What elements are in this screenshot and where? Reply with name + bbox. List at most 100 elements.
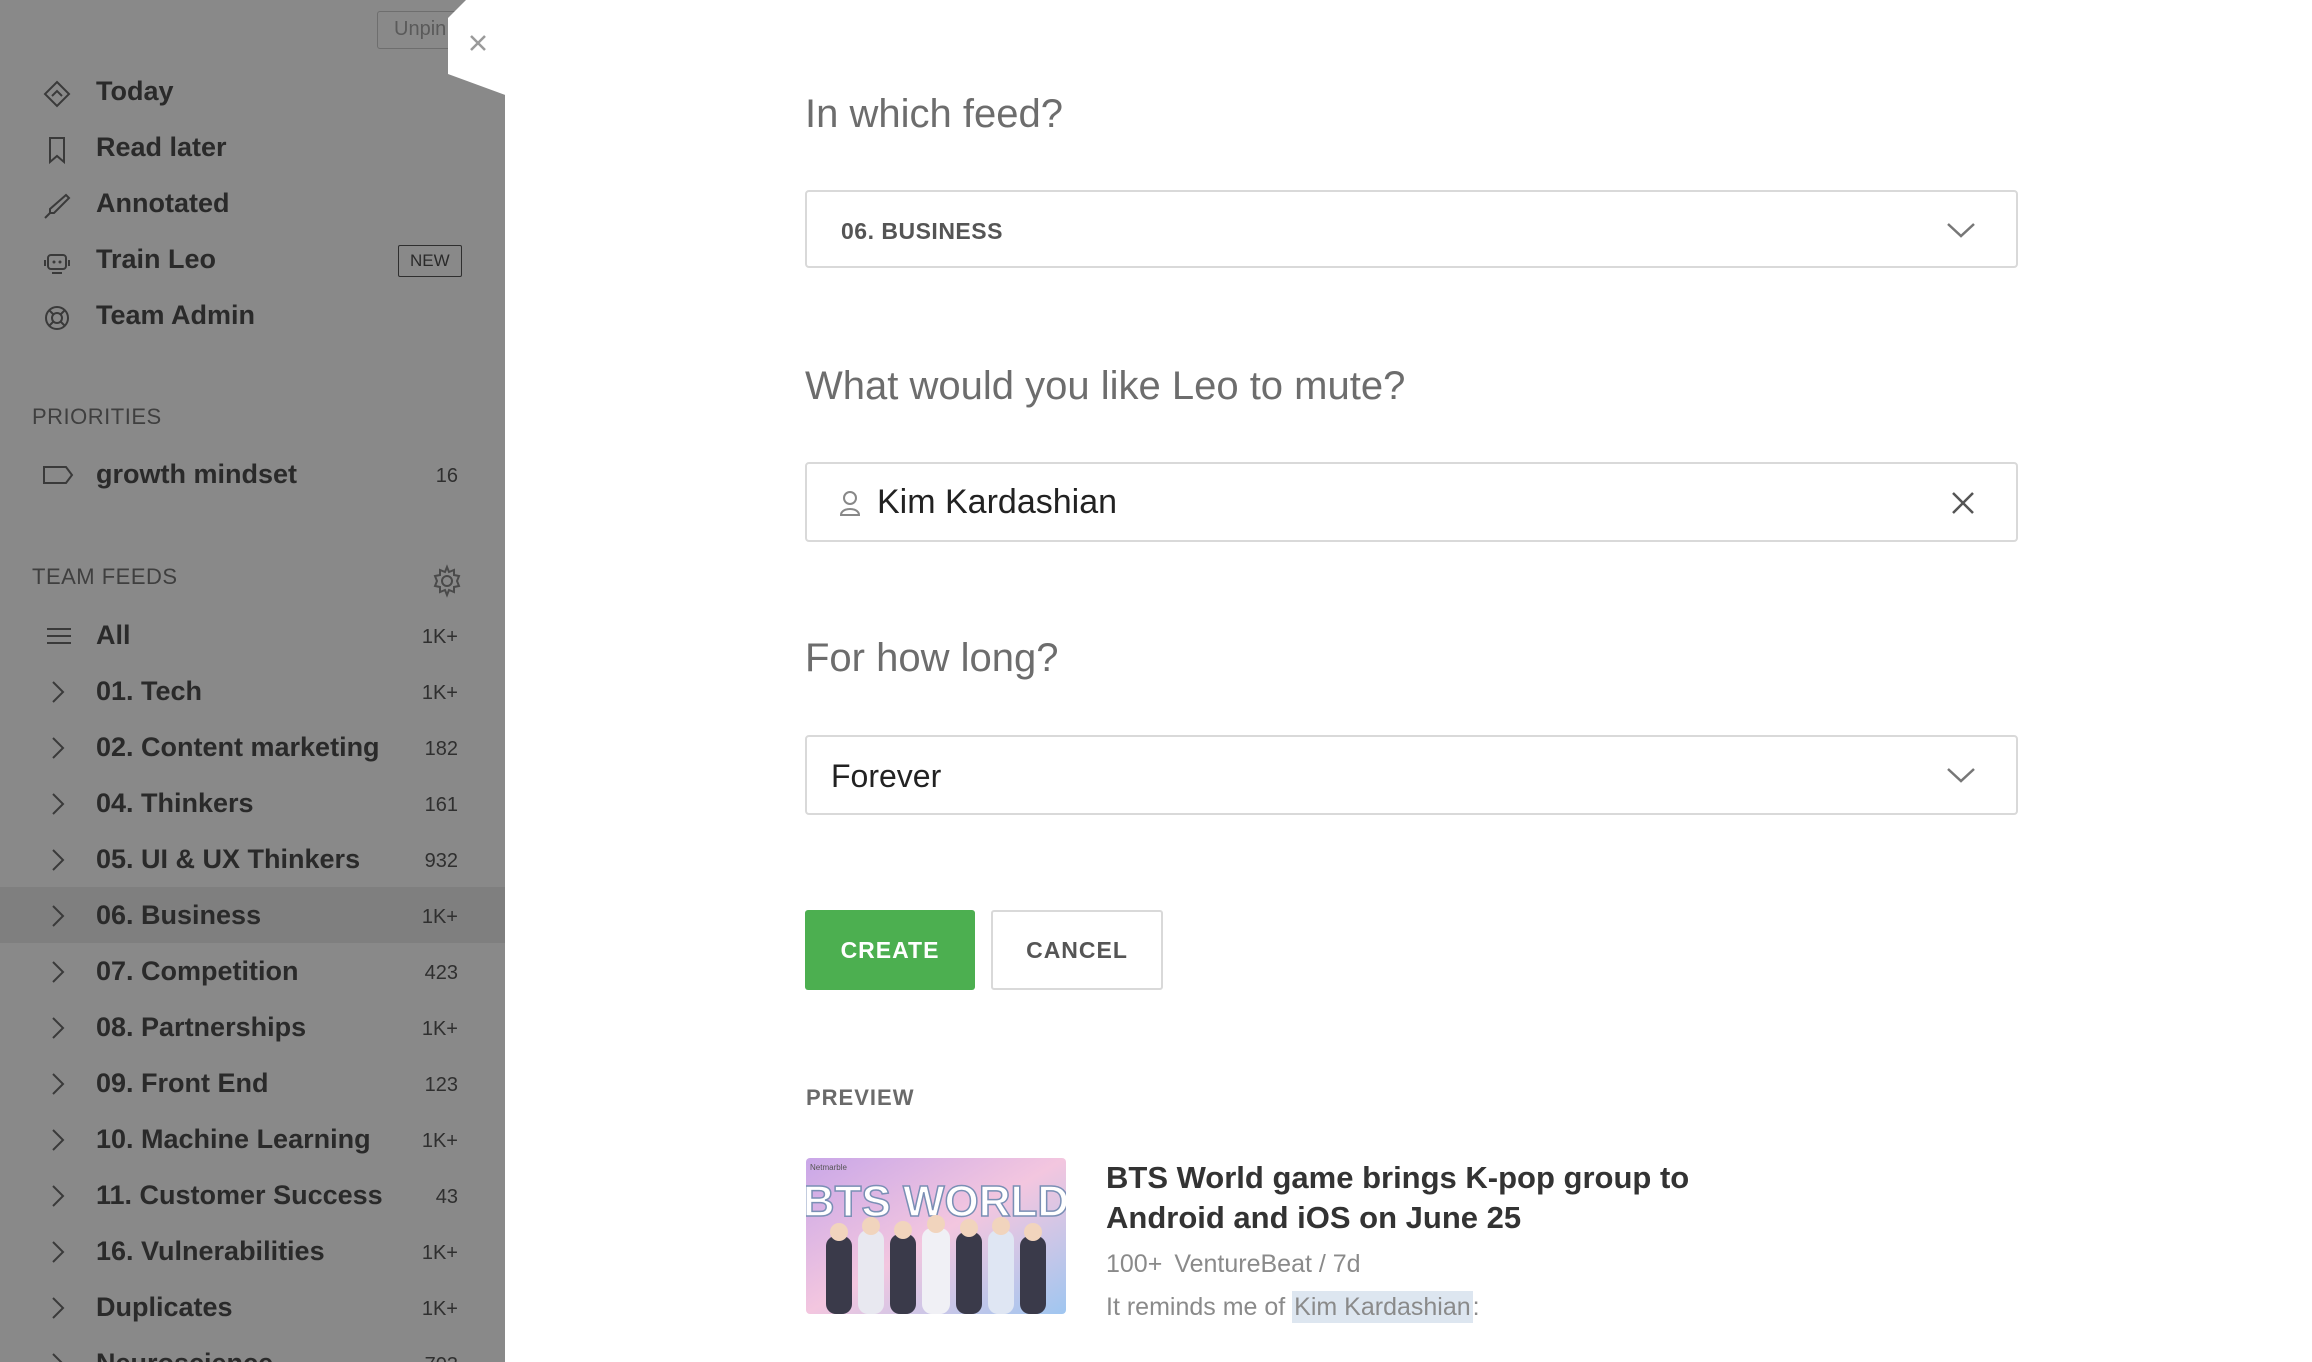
feed-item[interactable]: Duplicates 1K+	[0, 1279, 505, 1335]
sidebar: Unpin Today Read later Annotated Train L…	[0, 0, 505, 1362]
feed-label: 09. Front End	[96, 1068, 269, 1098]
feed-count: 423	[424, 962, 458, 984]
article-snippet: It reminds me of Kim Kardashian:	[1106, 1291, 1480, 1323]
cancel-button[interactable]: CANCEL	[991, 910, 1163, 990]
feed-item[interactable]: 07. Competition 423	[0, 943, 505, 999]
snippet-text-end: :	[1472, 1293, 1480, 1321]
article-title-line: Android and iOS on June 25	[1106, 1200, 1522, 1235]
nav-label: Today	[96, 76, 174, 106]
chevron-right-icon[interactable]	[48, 848, 68, 872]
chevron-right-icon[interactable]	[48, 1184, 68, 1208]
robot-icon	[44, 254, 70, 274]
feed-label: 05. UI & UX Thinkers	[96, 844, 361, 874]
create-button[interactable]: CREATE	[805, 910, 975, 990]
article-thumbnail[interactable]: Netmarble BTS WORLD	[806, 1158, 1066, 1314]
list-icon	[47, 628, 71, 644]
new-badge: NEW	[398, 245, 462, 277]
chevron-right-icon[interactable]	[48, 1240, 68, 1264]
feed-label: 11. Customer Success	[96, 1180, 383, 1210]
feed-label: Duplicates	[96, 1292, 233, 1322]
duration-select-value: Forever	[831, 758, 942, 794]
priority-item-growth-mindset[interactable]: growth mindset 16	[0, 446, 505, 502]
feed-label: 07. Competition	[96, 956, 299, 986]
chevron-right-icon[interactable]	[48, 1016, 68, 1040]
article-source: VentureBeat / 7d	[1174, 1250, 1361, 1278]
mute-input[interactable]: Kim Kardashian	[805, 462, 2018, 542]
feed-count: 1K+	[421, 682, 458, 704]
feed-item[interactable]: 11. Customer Success 43	[0, 1167, 505, 1223]
nav-item-annotated[interactable]: Annotated	[0, 176, 505, 232]
feed-item[interactable]: 08. Partnerships 1K+	[0, 999, 505, 1055]
chevron-right-icon[interactable]	[48, 960, 68, 984]
nav-item-today[interactable]: Today	[0, 64, 505, 120]
feed-count: 182	[424, 738, 458, 760]
chevron-right-icon[interactable]	[48, 1072, 68, 1096]
chevron-right-icon[interactable]	[48, 792, 68, 816]
feed-count: 932	[424, 850, 458, 872]
chevron-right-icon[interactable]	[48, 904, 68, 928]
highlighter-icon	[44, 193, 71, 219]
team-feeds-title: TEAM FEEDS	[32, 564, 178, 589]
chevron-right-icon[interactable]	[48, 1128, 68, 1152]
article-thumbnail-image: Netmarble BTS WORLD	[806, 1158, 1066, 1314]
priorities-title: PRIORITIES	[32, 404, 162, 429]
feed-count: 1K+	[421, 906, 458, 928]
feed-item[interactable]: 09. Front End 123	[0, 1055, 505, 1111]
feed-item-active[interactable]: 06. Business 1K+	[0, 887, 505, 943]
chevron-right-icon[interactable]	[48, 1352, 68, 1362]
feed-select[interactable]: 06. BUSINESS	[805, 190, 2018, 268]
feed-count: 703	[425, 1354, 458, 1362]
feed-item[interactable]: 04. Thinkers 161	[0, 775, 505, 831]
feed-count: 1K+	[421, 1298, 458, 1320]
today-icon	[43, 80, 71, 108]
chevron-right-icon[interactable]	[48, 1296, 68, 1320]
nav-label: Team Admin	[96, 300, 256, 330]
feed-count: 1K+	[421, 1242, 458, 1264]
priority-count: 16	[435, 465, 458, 487]
nav-item-team-admin[interactable]: Team Admin	[0, 288, 505, 344]
feed-item[interactable]: 16. Vulnerabilities 1K+	[0, 1223, 505, 1279]
feed-count: 1K+	[421, 626, 458, 648]
feed-select-value: 06. BUSINESS	[841, 218, 1003, 244]
close-panel-button[interactable]	[448, 0, 508, 96]
feed-label: 02. Content marketing	[96, 732, 380, 762]
chevron-down-icon	[1947, 223, 1975, 238]
article-meta: 100+ VentureBeat / 7d	[1106, 1250, 1361, 1279]
feed-label: Neuroscience	[96, 1348, 273, 1362]
nav-item-train-leo[interactable]: Train Leo NEW	[0, 232, 505, 288]
feed-item[interactable]: 01. Tech 1K+	[0, 663, 505, 719]
feed-label: 16. Vulnerabilities	[96, 1236, 325, 1266]
gear-icon[interactable]	[430, 564, 464, 598]
mute-input-value: Kim Kardashian	[877, 483, 1118, 521]
feed-label: 10. Machine Learning	[96, 1124, 371, 1154]
snippet-text: It reminds me of	[1106, 1293, 1293, 1321]
article-title-line: BTS World game brings K-pop group to	[1106, 1160, 1690, 1195]
feed-label: All	[96, 620, 131, 650]
person-icon	[839, 491, 861, 516]
tag-icon	[43, 466, 74, 484]
feed-item[interactable]: 05. UI & UX Thinkers 932	[0, 831, 505, 887]
feed-label: 01. Tech	[96, 676, 203, 706]
nav-label: Read later	[96, 132, 227, 162]
article-title[interactable]: BTS World game brings K-pop group to And…	[1106, 1158, 1706, 1238]
feed-count: 1K+	[421, 1130, 458, 1152]
duration-select[interactable]: Forever	[805, 735, 2018, 815]
feed-item-all[interactable]: All 1K+	[0, 607, 505, 663]
feed-label: 08. Partnerships	[96, 1012, 307, 1042]
snippet-highlight: Kim Kardashian	[1292, 1291, 1473, 1323]
feed-count: 1K+	[421, 1018, 458, 1040]
chevron-right-icon[interactable]	[48, 736, 68, 760]
chevron-right-icon[interactable]	[48, 680, 68, 704]
chevron-down-icon	[1947, 768, 1975, 783]
duration-question: For how long?	[805, 636, 1059, 680]
feed-count: 123	[424, 1074, 458, 1096]
clear-icon[interactable]	[1950, 490, 1976, 516]
feed-count: 43	[435, 1186, 458, 1208]
feed-item[interactable]: Neuroscience 703	[0, 1335, 505, 1362]
thumb-brand: Netmarble	[810, 1163, 847, 1172]
lifebuoy-icon	[45, 306, 69, 330]
nav-label: Annotated	[96, 188, 230, 218]
feed-item[interactable]: 10. Machine Learning 1K+	[0, 1111, 505, 1167]
feed-item[interactable]: 02. Content marketing 182	[0, 719, 505, 775]
nav-item-read-later[interactable]: Read later	[0, 120, 505, 176]
